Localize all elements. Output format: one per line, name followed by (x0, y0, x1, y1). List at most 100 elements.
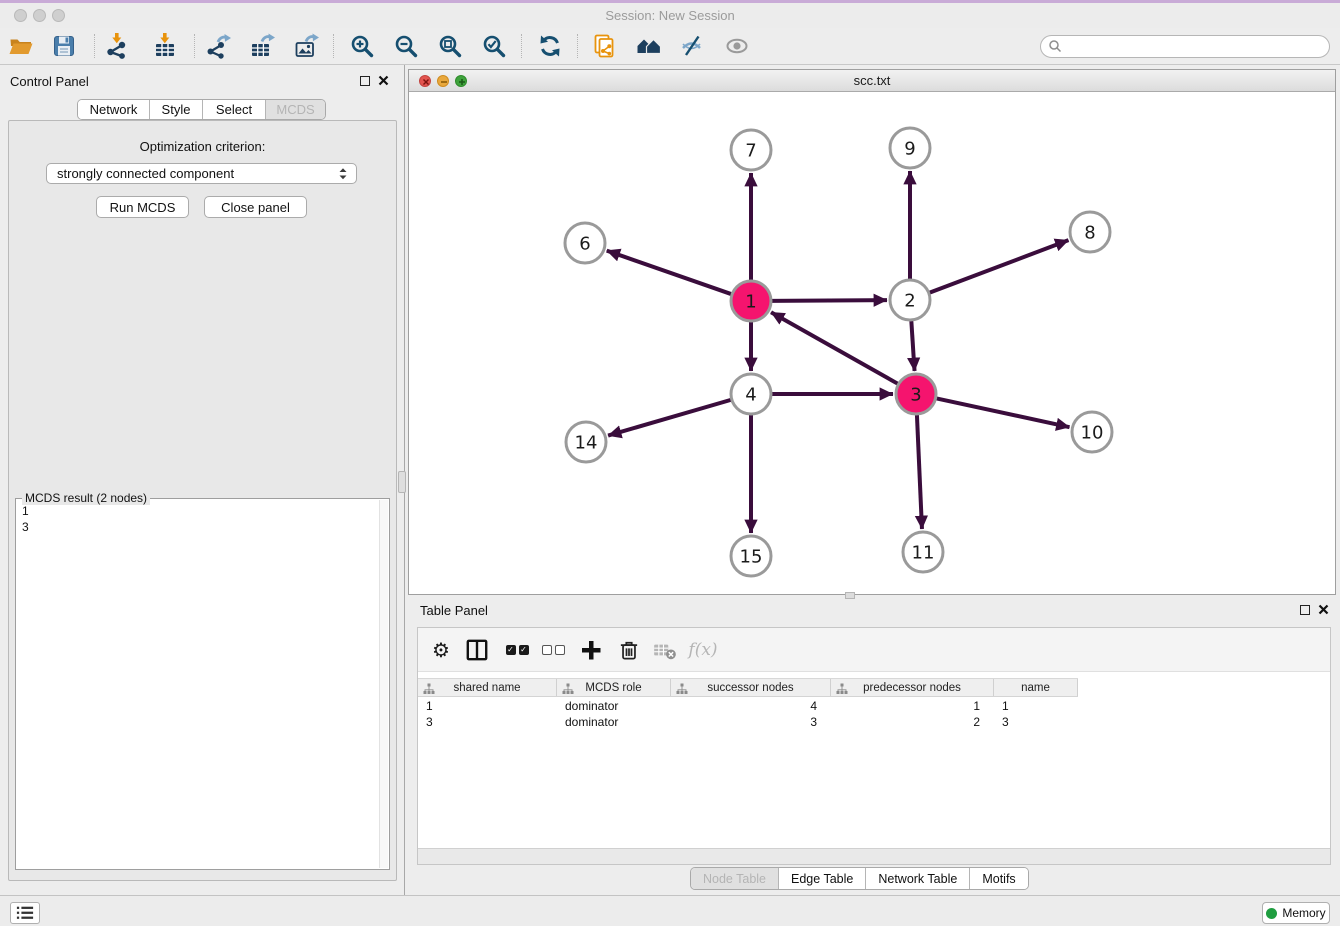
zoom-out-icon[interactable] (393, 33, 419, 59)
memory-label: Memory (1282, 906, 1325, 920)
column-header[interactable]: successor nodes (671, 679, 831, 696)
export-table-icon[interactable] (249, 33, 275, 59)
graph-node-label: 8 (1084, 223, 1095, 244)
task-history-button[interactable] (10, 902, 40, 924)
column-header-label: predecessor nodes (863, 682, 961, 694)
graph-edge[interactable] (911, 321, 914, 371)
toolbar-separator (94, 34, 95, 58)
control-panel-header: Control Panel (0, 69, 404, 95)
table-cell[interactable]: 2 (831, 714, 994, 730)
tab-edge-table[interactable]: Edge Table (779, 868, 866, 889)
folder-open-icon[interactable] (8, 33, 34, 59)
vertical-splitter-handle[interactable] (398, 471, 406, 493)
column-header[interactable]: predecessor nodes (831, 679, 994, 696)
gear-icon[interactable]: ⚙ (428, 637, 454, 663)
table-cell[interactable]: dominator (557, 698, 671, 714)
deselect-all-icon[interactable] (540, 637, 566, 663)
column-header[interactable]: name (994, 679, 1078, 696)
graph-edge[interactable] (937, 398, 1070, 427)
eye-icon[interactable] (724, 33, 750, 59)
mcds-result-text[interactable]: 1 3 (22, 503, 29, 535)
select-all-icon[interactable]: ✓✓ (504, 637, 530, 663)
import-table-icon[interactable] (152, 33, 178, 59)
table-panel-title: Table Panel (420, 603, 488, 618)
table-hscroll-area[interactable] (418, 848, 1330, 864)
network-file-icon[interactable] (592, 33, 618, 59)
tab-select[interactable]: Select (203, 100, 266, 119)
memory-button[interactable]: Memory (1262, 902, 1330, 924)
titlebar: Session: New Session (0, 3, 1340, 28)
save-icon[interactable] (51, 33, 77, 59)
houses-icon[interactable] (636, 33, 662, 59)
toolbar-separator (521, 34, 522, 58)
run-mcds-button[interactable]: Run MCDS (96, 196, 189, 218)
table-cell[interactable]: 1 (831, 698, 994, 714)
delete-table-icon (652, 637, 678, 663)
column-type-icon (562, 683, 574, 695)
table-row[interactable]: 3dominator323 (418, 714, 1330, 730)
optimization-criterion-label: Optimization criterion: (9, 139, 396, 154)
column-header-label: MCDS role (585, 682, 641, 694)
table-cell[interactable]: 3 (671, 714, 831, 730)
table-tabs: Node Table Edge Table Network Table Moti… (690, 867, 1029, 890)
column-header-label: shared name (453, 682, 520, 694)
tab-mcds[interactable]: MCDS (266, 100, 325, 119)
float-panel-icon[interactable] (360, 76, 370, 86)
graph-edge[interactable] (930, 240, 1069, 292)
search-input[interactable] (1040, 35, 1330, 58)
graph-edge[interactable] (772, 300, 887, 301)
float-table-panel-icon[interactable] (1300, 605, 1310, 615)
mcds-result-title: MCDS result (2 nodes) (22, 491, 150, 505)
close-table-panel-icon[interactable] (1318, 604, 1329, 615)
close-panel-icon[interactable] (378, 75, 389, 86)
table-cell[interactable]: 3 (994, 714, 1078, 730)
function-icon: f(x) (690, 637, 716, 663)
table-cell[interactable]: dominator (557, 714, 671, 730)
columns-icon[interactable] (464, 637, 490, 663)
table-cell[interactable]: 4 (671, 698, 831, 714)
toolbar-separator (333, 34, 334, 58)
eye-slash-icon[interactable] (679, 33, 705, 59)
zoom-fit-icon[interactable] (437, 33, 463, 59)
close-panel-button[interactable]: Close panel (204, 196, 307, 218)
graph-node-label: 7 (745, 141, 756, 162)
tab-node-table[interactable]: Node Table (691, 868, 779, 889)
horizontal-splitter-handle[interactable] (845, 592, 855, 599)
graph-edge[interactable] (917, 415, 922, 529)
mcds-panel: Optimization criterion: strongly connect… (8, 120, 397, 881)
export-image-icon[interactable] (293, 33, 319, 59)
zoom-in-icon[interactable] (349, 33, 375, 59)
column-type-icon (676, 683, 688, 695)
refresh-icon[interactable] (537, 33, 563, 59)
tab-network[interactable]: Network (78, 100, 150, 119)
tab-motifs[interactable]: Motifs (970, 868, 1027, 889)
network-view-window: scc.txt 7968124314101511 (408, 69, 1336, 595)
column-header[interactable]: MCDS role (557, 679, 671, 696)
graph-node-label: 15 (740, 547, 763, 568)
graph-edge[interactable] (771, 312, 898, 383)
table-cell[interactable]: 1 (418, 698, 557, 714)
table-cell[interactable]: 1 (994, 698, 1078, 714)
chevron-updown-icon (337, 167, 349, 181)
node-table: ⚙ ✓✓ f(x) shared name MCDS role successor … (417, 627, 1331, 865)
table-toolbar: ⚙ ✓✓ f(x) (418, 628, 1330, 672)
memory-status-dot (1266, 908, 1277, 919)
table-row[interactable]: 1dominator411 (418, 698, 1330, 714)
network-canvas[interactable]: 7968124314101511 (409, 92, 1335, 594)
import-network-icon[interactable] (104, 33, 130, 59)
result-scrollbar[interactable] (379, 500, 388, 868)
add-icon[interactable] (578, 637, 604, 663)
graph-edge[interactable] (608, 400, 731, 436)
table-cell[interactable]: 3 (418, 714, 557, 730)
column-header[interactable]: shared name (418, 679, 557, 696)
tab-network-table[interactable]: Network Table (866, 868, 970, 889)
column-header-label: name (1021, 682, 1050, 694)
export-network-icon[interactable] (205, 33, 231, 59)
graph-edge[interactable] (607, 251, 731, 294)
criterion-select[interactable]: strongly connected component (46, 163, 357, 184)
tab-style[interactable]: Style (150, 100, 203, 119)
zoom-selected-icon[interactable] (481, 33, 507, 59)
main-toolbar (0, 28, 1340, 65)
mcds-result-box: MCDS result (2 nodes) 1 3 (15, 498, 390, 870)
trash-icon[interactable] (616, 637, 642, 663)
